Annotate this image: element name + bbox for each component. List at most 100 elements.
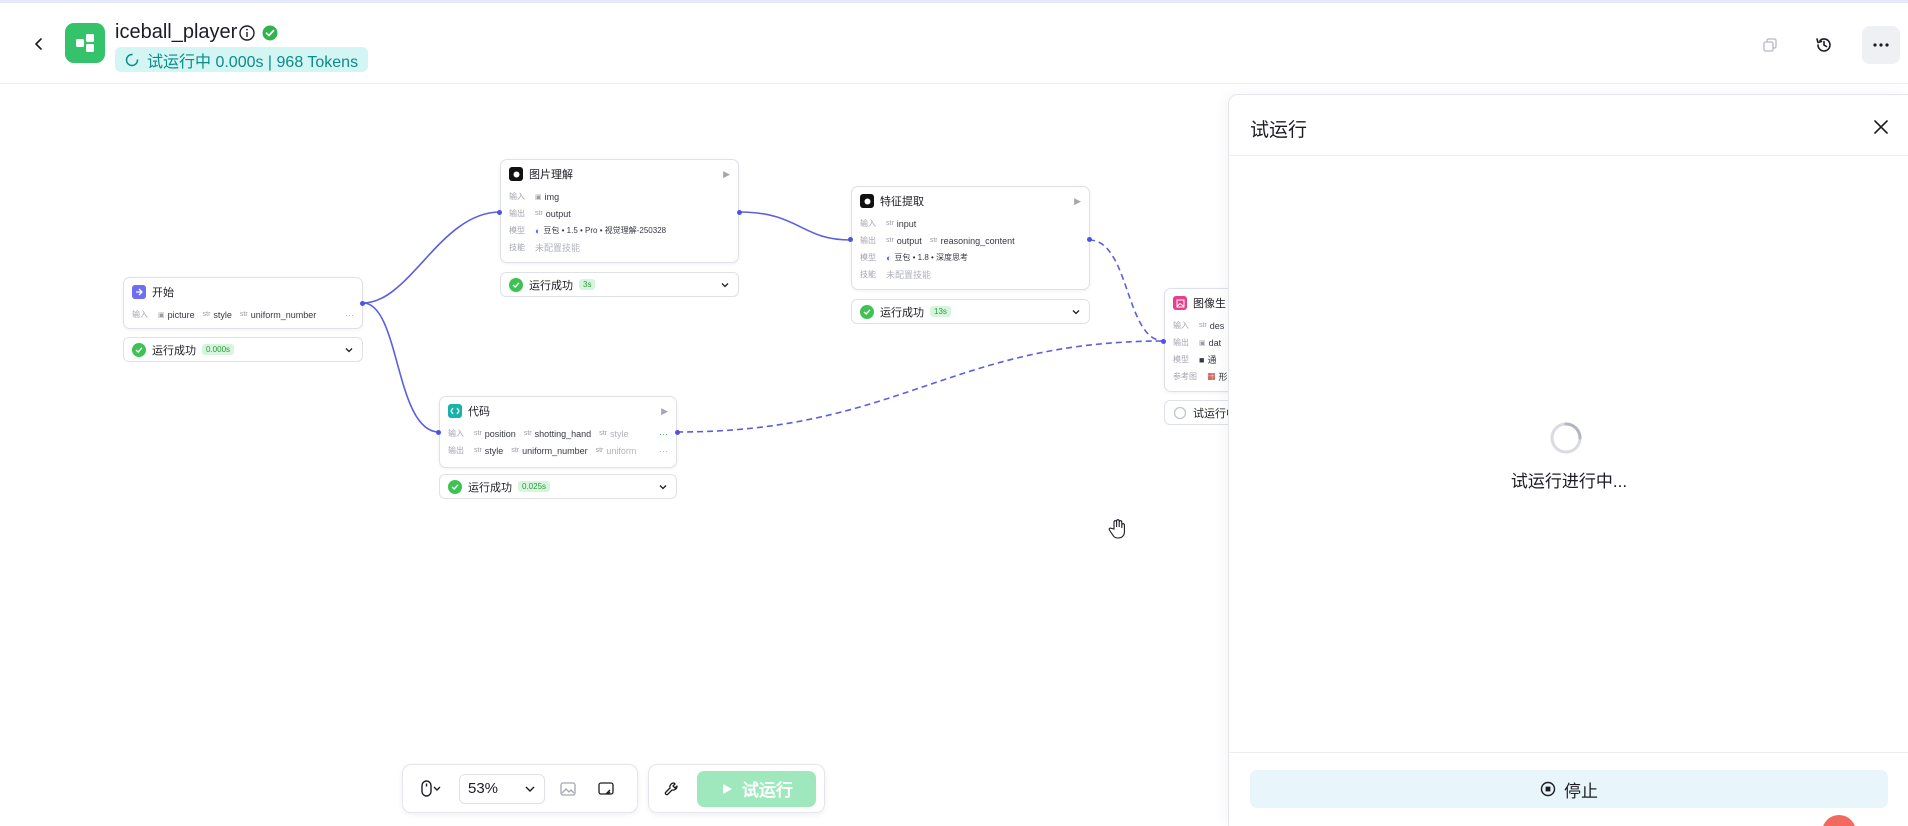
start-icon (132, 285, 146, 299)
skill-value: 未配置技能 (535, 243, 581, 253)
more-button[interactable] (1862, 26, 1900, 64)
node-code-status[interactable]: 运行成功 0.025s (439, 474, 677, 499)
zoom-select[interactable]: 53% (459, 773, 545, 804)
loading-icon (1173, 406, 1187, 419)
node-title: 代码 (468, 406, 490, 418)
string-type-icon: str (474, 447, 482, 454)
input-port[interactable] (497, 210, 502, 215)
model-tag: ■ 通 (1199, 353, 1216, 366)
var-name: uniform_number (522, 445, 588, 456)
node-feature-extract[interactable]: 特征提取 ▶ 输入 str input 输出 str output str reasonin… (851, 186, 1090, 290)
string-type-icon: str (474, 430, 482, 437)
more-vars[interactable]: ··· (659, 446, 668, 456)
row-label: 输出 (860, 236, 876, 245)
string-type-icon: str (535, 210, 543, 217)
var-tag: str style (599, 429, 628, 439)
debug-tools-button[interactable] (657, 774, 687, 804)
image-type-icon: ▣ (158, 311, 165, 319)
success-icon (132, 342, 146, 357)
interaction-mode-button[interactable] (411, 774, 451, 804)
copy-icon (1763, 38, 1777, 52)
time-pill: 13s (930, 306, 951, 317)
var-tag: str output (535, 209, 571, 219)
stop-button-label: 停止 (1564, 781, 1598, 801)
success-icon (860, 304, 874, 319)
node-image-understand[interactable]: 图片理解 ▶ 输入 ▣ img 输出 str output 模型 ◐ 豆包 • 1.5 • … (500, 159, 739, 263)
stop-button[interactable]: 停止 (1250, 770, 1888, 808)
node-code[interactable]: 代码 ▶ 输入 str position str shotting_hand str sty… (439, 396, 677, 468)
var-name: des (1209, 320, 1225, 331)
var-name: style (213, 309, 232, 320)
ref-name: 形 (1218, 372, 1228, 382)
node-title: 图像生 (1193, 298, 1226, 310)
chevron-down-icon (659, 484, 667, 489)
row-label: 输入 (860, 219, 876, 228)
workflow-editor: iceball_player 试运行中 0.000s | 968 Tokens … (0, 0, 1908, 826)
var-name: uniform (606, 445, 637, 456)
info-icon[interactable] (238, 24, 256, 42)
row-label: 模型 (860, 253, 876, 262)
var-name: output (896, 235, 922, 246)
history-icon (1816, 38, 1831, 52)
string-type-icon: str (202, 311, 211, 318)
workflow-icon (76, 34, 94, 52)
node-feature-extract-status[interactable]: 运行成功 13s (851, 299, 1090, 324)
minimap-button[interactable] (553, 774, 583, 804)
stop-icon (1540, 781, 1556, 797)
var-tag: str des (1199, 321, 1224, 331)
play-icon (722, 783, 732, 794)
mouse-icon (421, 779, 441, 797)
output-port[interactable] (737, 210, 742, 215)
image-type-icon: ▣ (1199, 339, 1206, 347)
output-port[interactable] (675, 430, 680, 435)
input-port[interactable] (1161, 339, 1166, 344)
input-port[interactable] (848, 237, 853, 242)
string-type-icon: str (523, 430, 532, 437)
string-type-icon: str (239, 311, 248, 318)
output-port[interactable] (360, 301, 365, 306)
row-label: 输入 (448, 429, 464, 438)
model-icon: ◐ (535, 225, 541, 236)
play-icon[interactable]: ▶ (1074, 196, 1081, 207)
model-tag: ◐ 豆包 • 1.5 • Pro • 视觉理解-250328 (535, 225, 666, 236)
history-button[interactable] (1809, 30, 1839, 60)
input-port[interactable] (436, 430, 441, 435)
image-gen-icon (1173, 296, 1187, 310)
back-button[interactable] (26, 31, 52, 57)
string-type-icon: str (886, 220, 894, 227)
string-type-icon: str (595, 447, 604, 454)
image-icon (560, 781, 576, 796)
divider (1229, 752, 1908, 753)
row-label: 输入 (132, 310, 148, 319)
model-name: 豆包 • 1.5 • Pro • 视觉理解-250328 (543, 226, 667, 235)
var-tag: ▣ img (535, 192, 559, 202)
running-status-text: 试运行进行中... (1510, 472, 1628, 491)
row-label: 输入 (1173, 321, 1189, 330)
var-name: output (545, 208, 571, 219)
string-type-icon: str (886, 237, 894, 244)
play-icon[interactable]: ▶ (723, 169, 730, 180)
run-button[interactable]: 试运行 (696, 770, 816, 807)
var-tag: ▣ dat (1199, 338, 1221, 348)
var-name: img (544, 191, 560, 202)
copy-button[interactable] (1755, 30, 1785, 60)
row-label: 输出 (448, 446, 464, 455)
var-tag: ▣ picture (158, 310, 195, 320)
zoom-value: 53% (468, 780, 499, 797)
node-start[interactable]: 开始 输入 ▣ picture str style str uniform_numbe… (123, 277, 363, 329)
chevron-down-icon (721, 282, 729, 287)
fit-view-button[interactable] (591, 774, 621, 804)
play-icon[interactable]: ▶ (661, 406, 668, 417)
output-port[interactable] (1087, 237, 1092, 242)
string-type-icon: str (599, 430, 607, 437)
run-button-label: 试运行 (741, 781, 793, 800)
fit-view-icon (598, 781, 614, 795)
more-vars[interactable]: ··· (345, 310, 354, 320)
close-button[interactable] (1869, 115, 1893, 139)
var-name: style (484, 445, 504, 456)
node-start-status[interactable]: 运行成功 0.000s (123, 337, 363, 362)
app-title: iceball_player (115, 21, 238, 43)
panel-title: 试运行 (1250, 120, 1308, 141)
node-image-understand-status[interactable]: 运行成功 3s (500, 272, 739, 297)
more-vars[interactable]: ··· (659, 429, 668, 439)
